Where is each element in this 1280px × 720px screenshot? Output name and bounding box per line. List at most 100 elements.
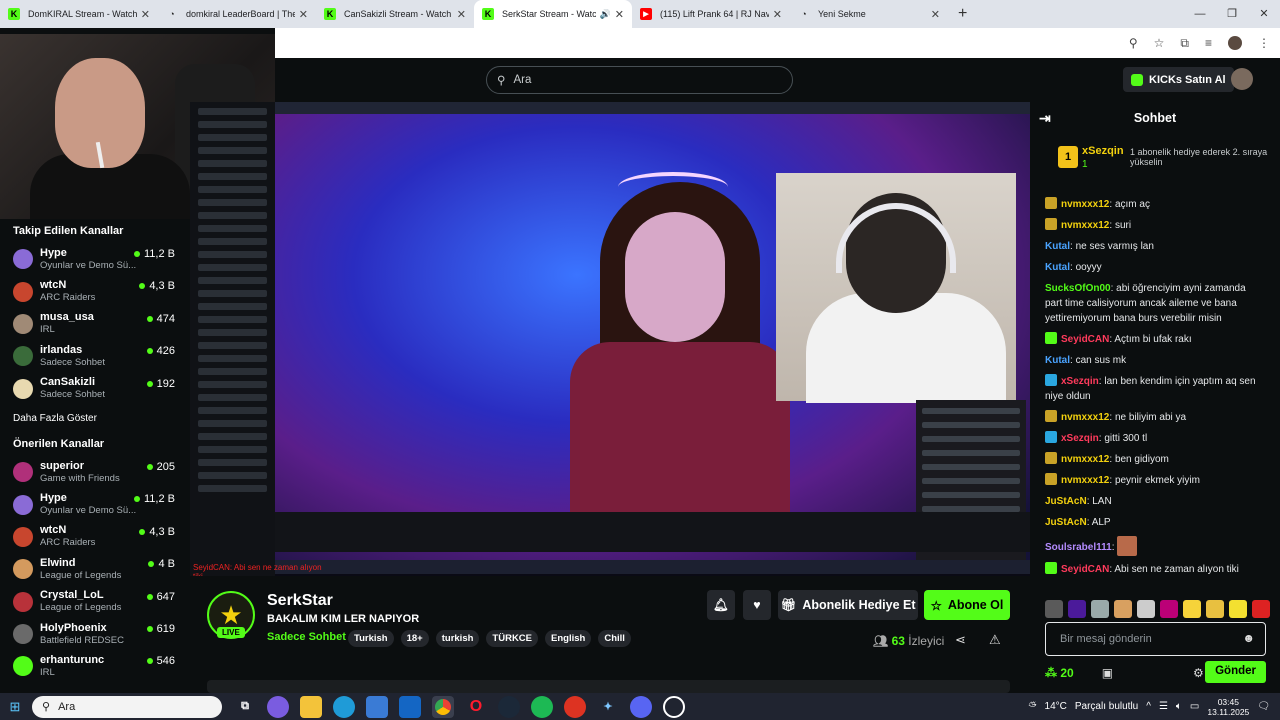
ban-emote-icon[interactable] xyxy=(1252,600,1270,618)
emote-icon[interactable] xyxy=(1114,600,1132,618)
clock-app-icon[interactable] xyxy=(663,695,685,718)
minimize-icon[interactable]: — xyxy=(1184,0,1216,28)
collapse-chat-icon[interactable]: ⇥ xyxy=(1039,110,1051,127)
chat-username[interactable]: SeyidCAN xyxy=(1061,564,1109,575)
tag[interactable]: turkish xyxy=(435,630,480,647)
emote-icon[interactable] xyxy=(1183,600,1201,618)
tag[interactable]: TÜRKCE xyxy=(486,630,539,647)
tray-chevron-icon[interactable]: ^ xyxy=(1146,701,1151,712)
follow-heart-button[interactable]: ♥ xyxy=(743,590,771,620)
edge-icon[interactable] xyxy=(333,695,355,718)
subscribe-button[interactable]: ☆ Abone Ol xyxy=(924,590,1010,620)
media-control-icon[interactable]: ≡ xyxy=(1205,36,1212,50)
chat-username[interactable]: nvmxxx12 xyxy=(1061,454,1109,465)
top-gifter-name[interactable]: xSezqin xyxy=(1082,145,1124,157)
emote-icon[interactable] xyxy=(1229,600,1247,618)
taskbar-search[interactable]: ⚲ Ara xyxy=(32,695,222,718)
chat-username[interactable]: JuStAcN xyxy=(1045,517,1087,528)
tag[interactable]: English xyxy=(545,630,592,647)
new-tab-button[interactable]: + xyxy=(948,5,977,23)
browser-tab[interactable]: ◔ Yeni Sekme ✕ xyxy=(790,0,948,28)
tag[interactable]: Turkish xyxy=(348,630,394,647)
show-more-link[interactable]: Daha Fazla Göster xyxy=(0,405,190,432)
channel-item[interactable]: HolyPhoenix Battlefield REDSEC 619 xyxy=(0,618,190,650)
report-warning-icon[interactable]: ⚠ xyxy=(989,632,1001,648)
channel-item[interactable]: wtcN ARC Raiders 4,3 B xyxy=(0,521,190,553)
task-view-icon[interactable]: ⧉ xyxy=(234,696,256,718)
battery-icon[interactable]: ▭ xyxy=(1190,701,1199,712)
extensions-icon[interactable]: ⧉ xyxy=(1180,36,1189,51)
browser-tab-active[interactable]: K SerkStar Stream - Watch Live 🔊 ✕ xyxy=(474,0,632,28)
video-player[interactable]: SeyidCAN: Abi sen ne zaman alıyon tiki xyxy=(190,102,1030,576)
chat-username[interactable]: Soulsrabel111 xyxy=(1045,542,1112,553)
emote-icon[interactable] xyxy=(1091,600,1109,618)
close-window-icon[interactable]: ✕ xyxy=(1248,0,1280,28)
chat-input[interactable]: Bir mesaj gönderin ☻ xyxy=(1045,622,1266,656)
chat-username[interactable]: nvmxxx12 xyxy=(1061,220,1109,231)
profile-avatar[interactable] xyxy=(1228,36,1242,50)
wifi-icon[interactable]: ☰ xyxy=(1159,701,1168,712)
channel-item[interactable]: irlandas Sadece Sohbet 426 xyxy=(0,340,190,372)
channel-item[interactable]: superior Game with Friends 205 xyxy=(0,456,190,488)
tag[interactable]: 18+ xyxy=(400,630,429,647)
bookmark-star-icon[interactable]: ☆ xyxy=(1154,36,1165,50)
steam-icon[interactable] xyxy=(498,695,520,718)
outlook-icon[interactable] xyxy=(399,695,421,718)
user-avatar[interactable] xyxy=(1231,68,1253,90)
menu-icon[interactable]: ⋮ xyxy=(1258,36,1270,50)
store-icon[interactable]: ▣ xyxy=(1102,666,1113,680)
channel-item[interactable]: erhanturunc IRL 546 xyxy=(0,650,190,682)
channel-item[interactable]: Crystal_LoL League of Legends 647 xyxy=(0,586,190,618)
file-explorer-icon[interactable] xyxy=(300,695,322,718)
chat-username[interactable]: nvmxxx12 xyxy=(1061,475,1109,486)
chat-username[interactable]: xSezqin xyxy=(1061,433,1099,444)
copilot-icon[interactable] xyxy=(267,695,289,718)
emote-icon[interactable] xyxy=(1068,600,1086,618)
browser-tab[interactable]: ▶ (115) Lift Prank 64 | RJ Naved - ✕ xyxy=(632,0,790,28)
emote-icon[interactable] xyxy=(1160,600,1178,618)
chat-username[interactable]: Kutal xyxy=(1045,262,1070,273)
emote-icon[interactable] xyxy=(1206,600,1224,618)
opera-icon[interactable]: O xyxy=(465,696,487,718)
chat-username[interactable]: nvmxxx12 xyxy=(1061,199,1109,210)
emote-icon[interactable] xyxy=(1045,600,1063,618)
system-clock[interactable]: 03:45 13.11.2025 xyxy=(1207,697,1249,717)
buy-kicks-button[interactable]: KICKs Satın Al xyxy=(1123,67,1234,92)
store-app-icon[interactable] xyxy=(366,695,388,718)
close-tab-icon[interactable]: ✕ xyxy=(141,8,150,21)
chat-username[interactable]: Kutal xyxy=(1045,241,1070,252)
browser-tab[interactable]: K CanSakizli Stream - Watch Live ✕ xyxy=(316,0,474,28)
chrome-icon[interactable] xyxy=(432,695,454,718)
volume-icon[interactable]: 🔈︎ xyxy=(1176,701,1182,712)
close-tab-icon[interactable]: ✕ xyxy=(615,8,624,21)
audio-playing-icon[interactable]: 🔊 xyxy=(600,9,611,20)
tag[interactable]: Chill xyxy=(598,630,631,647)
channel-points[interactable]: ⁂ 20 xyxy=(1045,666,1074,680)
browser-tab[interactable]: ◔ domkiral LeaderBoard | The be ✕ xyxy=(158,0,316,28)
browser-tab[interactable]: K DomKIRAL Stream - Watch Live ✕ xyxy=(0,0,158,28)
chat-username[interactable]: SeyidCAN xyxy=(1061,334,1109,345)
weather-icon[interactable]: ⛅︎ xyxy=(1029,701,1037,712)
send-button[interactable]: Gönder xyxy=(1205,661,1266,683)
close-tab-icon[interactable]: ✕ xyxy=(773,8,782,21)
chat-username[interactable]: SucksOfOn00 xyxy=(1045,283,1111,294)
zoom-icon[interactable]: ⚲ xyxy=(1129,36,1138,50)
channel-item[interactable]: Hype Oyunlar ve Demo Sü... 11,2 B xyxy=(0,488,190,520)
chat-username[interactable]: Kutal xyxy=(1045,355,1070,366)
search-input[interactable]: ⚲ Ara xyxy=(486,66,793,94)
network-app-icon[interactable]: ✦ xyxy=(597,696,619,718)
close-tab-icon[interactable]: ✕ xyxy=(931,8,940,21)
chat-settings-icon[interactable]: ⚙ xyxy=(1193,666,1204,680)
channel-item[interactable]: CanSakizli Sadece Sohbet 192 xyxy=(0,373,190,405)
notification-bell-button[interactable]: 🔔︎ xyxy=(707,590,735,620)
emoji-icon[interactable]: ☻ xyxy=(1242,631,1255,645)
gift-subscription-button[interactable]: 🎁︎ Abonelik Hediye Et xyxy=(778,590,918,620)
close-tab-icon[interactable]: ✕ xyxy=(299,8,308,21)
app-red-icon[interactable] xyxy=(564,695,586,718)
channel-item[interactable]: Hype Oyunlar ve Demo Sü... 11,2 B xyxy=(0,243,190,275)
maximize-icon[interactable]: ❐ xyxy=(1216,0,1248,28)
channel-item[interactable]: wtcN ARC Raiders 4,3 B xyxy=(0,275,190,307)
stream-category[interactable]: Sadece Sohbet xyxy=(267,631,346,643)
discord-icon[interactable] xyxy=(630,695,652,718)
channel-item[interactable]: musa_usa IRL 474 xyxy=(0,308,190,340)
